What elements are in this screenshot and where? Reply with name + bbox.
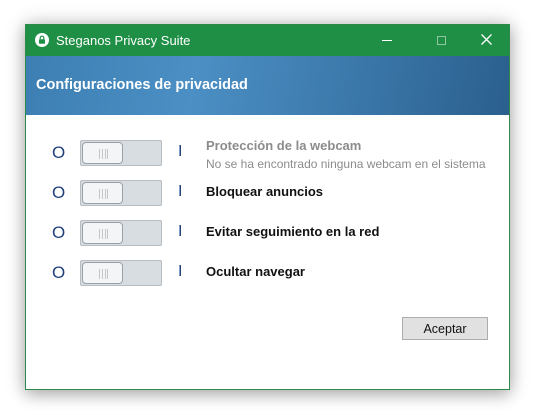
- toggle-knob[interactable]: [82, 142, 123, 164]
- close-button[interactable]: [463, 25, 509, 56]
- maximize-icon: [436, 36, 446, 45]
- setting-row-webcam: O I Protección de la webcam No se ha enc…: [26, 138, 509, 171]
- toggle-on-label: I: [178, 143, 183, 160]
- block-ads-toggle[interactable]: [80, 180, 162, 206]
- grip-icon: [99, 149, 108, 159]
- grip-icon: [99, 269, 108, 279]
- privacy-settings-window: Steganos Privacy Suite Configuraciones d…: [25, 24, 510, 390]
- setting-row-tracking: O I Evitar seguimiento en la red: [26, 220, 509, 246]
- anti-tracking-toggle[interactable]: [80, 220, 162, 246]
- header-banner: Configuraciones de privacidad: [26, 56, 509, 115]
- toggle-knob[interactable]: [82, 262, 123, 284]
- toggle-off-label: O: [52, 143, 66, 162]
- close-icon: [480, 32, 492, 50]
- toggle-off-label: O: [52, 183, 66, 202]
- accept-button[interactable]: Aceptar: [402, 317, 488, 340]
- toggle-off-label: O: [52, 263, 66, 282]
- lock-icon: [35, 33, 49, 47]
- toggle-knob[interactable]: [82, 222, 123, 244]
- toggle-knob[interactable]: [82, 182, 123, 204]
- minimize-icon: [382, 40, 392, 41]
- toggle-on-label: I: [178, 223, 183, 240]
- maximize-button[interactable]: [418, 25, 464, 56]
- setting-title: Bloquear anuncios: [206, 184, 324, 199]
- setting-row-hide-browsing: O I Ocultar navegar: [26, 260, 509, 286]
- toggle-on-label: I: [178, 263, 183, 280]
- page-title: Configuraciones de privacidad: [36, 77, 248, 93]
- setting-row-ads: O I Bloquear anuncios: [26, 180, 509, 206]
- webcam-toggle[interactable]: [80, 140, 162, 166]
- minimize-button[interactable]: [364, 25, 410, 56]
- setting-title: Protección de la webcam: [206, 138, 362, 153]
- setting-subtitle: No se ha encontrado ninguna webcam en el…: [206, 157, 486, 171]
- title-bar[interactable]: Steganos Privacy Suite: [26, 25, 509, 56]
- toggle-off-label: O: [52, 223, 66, 242]
- grip-icon: [99, 229, 108, 239]
- hide-browsing-toggle[interactable]: [80, 260, 162, 286]
- setting-title: Ocultar navegar: [206, 264, 305, 279]
- grip-icon: [99, 189, 108, 199]
- toggle-on-label: I: [178, 183, 183, 200]
- window-title: Steganos Privacy Suite: [56, 33, 191, 48]
- setting-title: Evitar seguimiento en la red: [206, 224, 380, 239]
